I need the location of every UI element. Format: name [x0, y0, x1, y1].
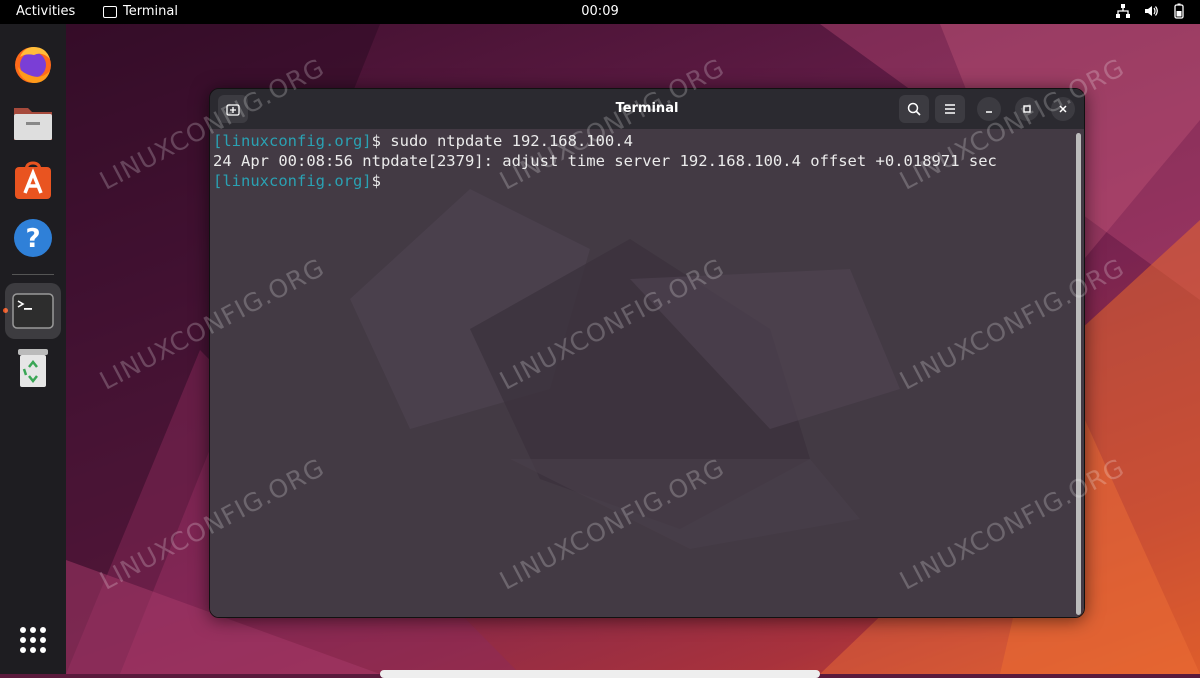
window-titlebar[interactable]: Terminal	[210, 89, 1084, 129]
dock-item-terminal[interactable]	[5, 283, 61, 339]
dock-item-trash[interactable]	[9, 344, 57, 392]
search-button[interactable]	[899, 95, 929, 123]
scrollbar[interactable]	[1076, 133, 1081, 615]
shell-prompt: [linuxconfig.org]	[213, 172, 372, 190]
close-icon	[1059, 105, 1067, 113]
search-icon	[907, 102, 921, 116]
output-text: 24 Apr 00:08:56 ntpdate[2379]: adjust ti…	[213, 152, 997, 170]
app-center-icon	[15, 161, 51, 199]
app-grid-icon	[20, 627, 46, 653]
menu-button[interactable]	[935, 95, 965, 123]
terminal-output[interactable]: [linuxconfig.org]$ sudo ntpdate 192.168.…	[210, 129, 1084, 617]
terminal-line: [linuxconfig.org]$ sudo ntpdate 192.168.…	[213, 131, 997, 151]
command-text: $	[371, 172, 391, 190]
terminal-line: 24 Apr 00:08:56 ntpdate[2379]: adjust ti…	[213, 151, 997, 171]
terminal-icon	[12, 293, 54, 329]
network-icon	[1116, 3, 1130, 19]
command-text: $ sudo ntpdate 192.168.100.4	[371, 132, 633, 150]
maximize-button[interactable]	[1015, 97, 1039, 121]
firefox-icon	[15, 47, 51, 83]
top-bar: Activities Terminal 00:09	[0, 0, 1200, 24]
dock-separator	[12, 274, 54, 275]
help-icon: ?	[14, 219, 52, 257]
dock: ?	[0, 24, 66, 674]
maximize-icon	[1023, 105, 1031, 113]
clock-container: 00:09	[0, 4, 1200, 19]
battery-icon	[1172, 3, 1186, 19]
terminal-background-art	[350, 189, 900, 549]
dock-item-app-center[interactable]	[9, 156, 57, 204]
dock-item-show-apps[interactable]	[9, 616, 57, 664]
terminal-lines: [linuxconfig.org]$ sudo ntpdate 192.168.…	[213, 131, 997, 191]
bottom-panel-edge	[380, 670, 820, 678]
terminal-window[interactable]: Terminal [linuxconfig.org]$ sudo ntpdate…	[209, 88, 1085, 618]
clock[interactable]: 00:09	[581, 4, 618, 19]
minimize-icon	[986, 111, 992, 113]
shell-prompt: [linuxconfig.org]	[213, 132, 372, 150]
files-icon	[14, 108, 52, 140]
volume-icon	[1144, 3, 1158, 19]
dock-item-firefox[interactable]	[9, 40, 57, 88]
svg-text:?: ?	[25, 224, 40, 254]
dock-item-files[interactable]	[9, 98, 57, 146]
minimize-button[interactable]	[977, 97, 1001, 121]
hamburger-menu-icon	[945, 104, 955, 114]
dock-item-help[interactable]: ?	[9, 214, 57, 262]
close-button[interactable]	[1051, 97, 1075, 121]
trash-icon	[18, 349, 48, 387]
terminal-line: [linuxconfig.org]$	[213, 171, 997, 191]
system-tray[interactable]	[1116, 3, 1186, 19]
